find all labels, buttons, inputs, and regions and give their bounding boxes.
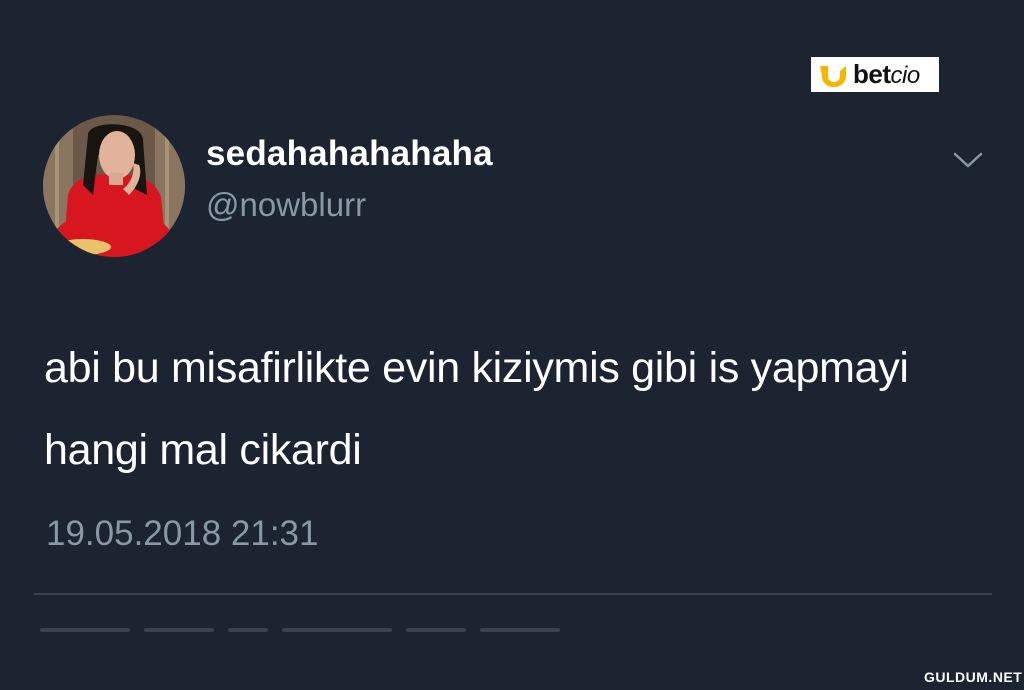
avatar[interactable] xyxy=(43,115,185,257)
display-name[interactable]: sedahahahahaha xyxy=(206,134,493,174)
stats-row xyxy=(40,628,600,638)
user-handle[interactable]: @nowblurr xyxy=(206,186,366,224)
tweet-text: abi bu misafirlikte evin kiziymis gibi i… xyxy=(44,344,909,474)
chevron-down-icon[interactable] xyxy=(951,148,985,172)
betcio-logo-icon xyxy=(820,65,846,87)
tweet-timestamp[interactable]: 19.05.2018 21:31 xyxy=(46,514,318,554)
site-watermark: GULDUM.NET xyxy=(924,669,1023,685)
betcio-logo: betcio xyxy=(811,57,939,92)
betcio-logo-text: betcio xyxy=(853,58,920,89)
divider xyxy=(34,593,992,595)
